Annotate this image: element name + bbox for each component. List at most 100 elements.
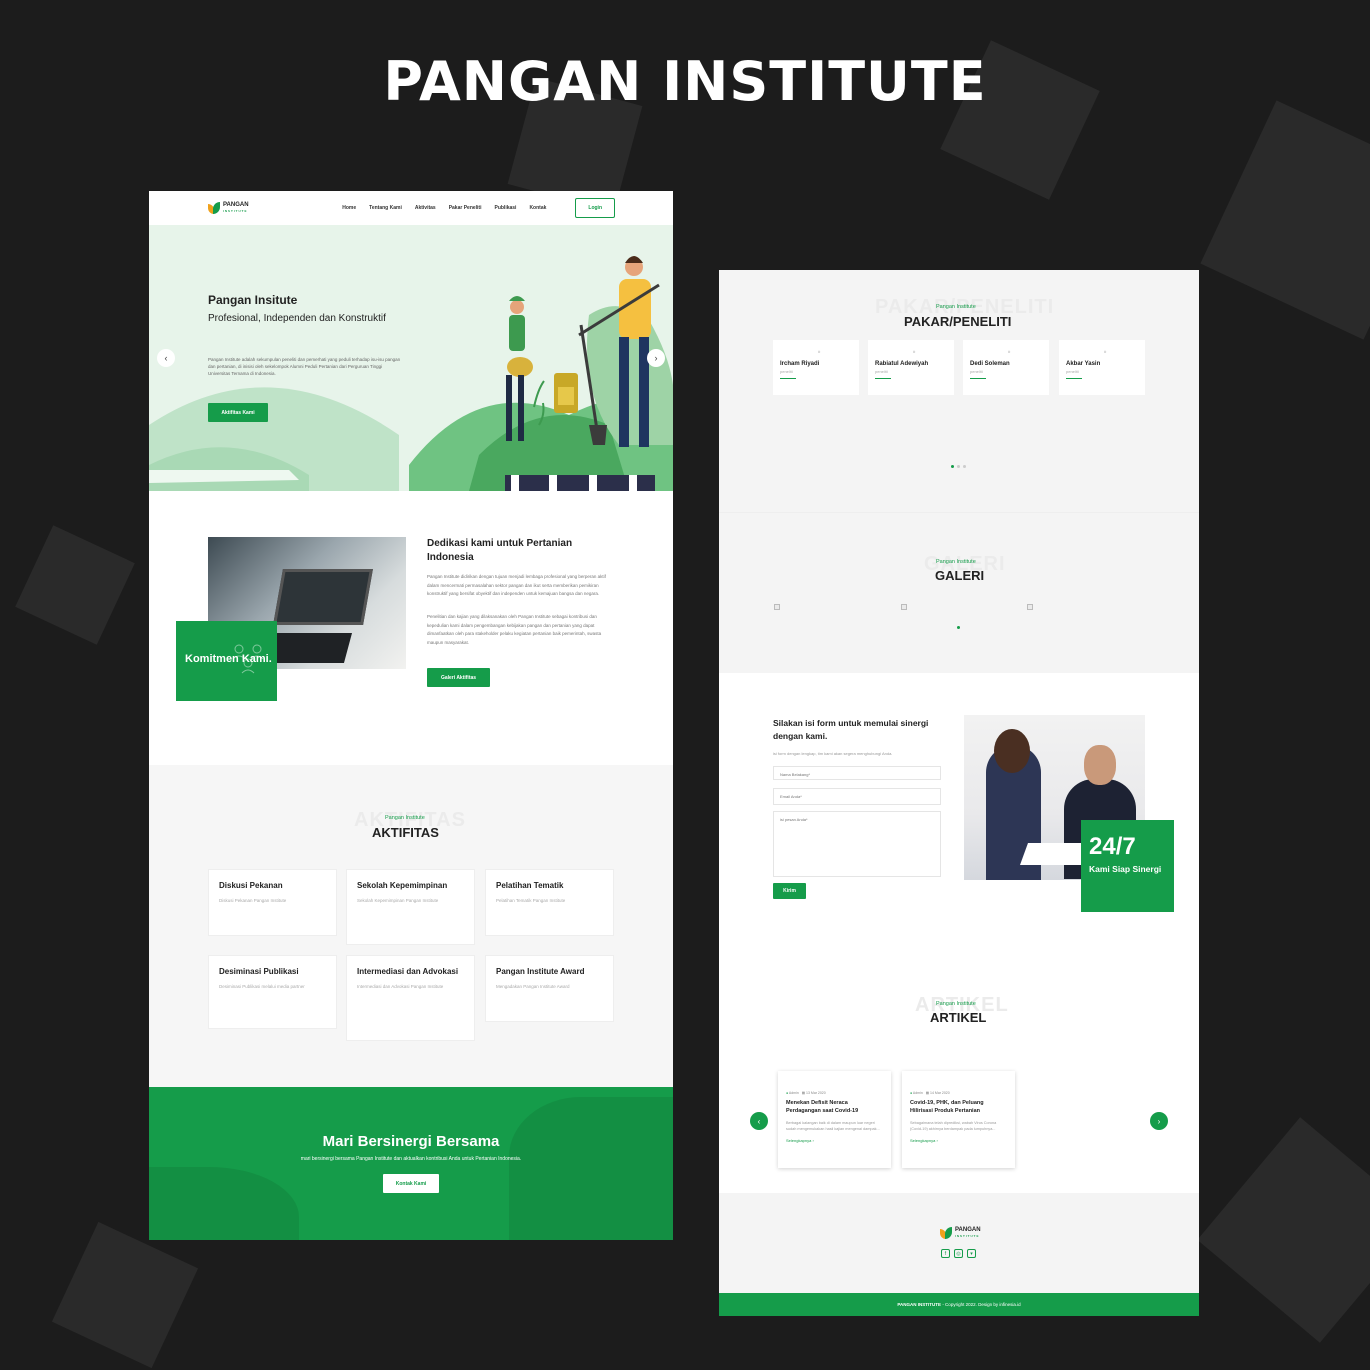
name-field[interactable]: Nama Belakang* xyxy=(773,766,941,780)
hero-prev-button[interactable]: ‹ xyxy=(157,349,175,367)
gallery-title: GALERI xyxy=(935,568,985,583)
read-more-link[interactable]: Selengkapnya › xyxy=(786,1138,883,1143)
expert-name: Rabiatul Adewiyah xyxy=(875,361,929,367)
experts-section: PAKAR/PENELITI Pangan Institute PAKAR/PE… xyxy=(719,270,1199,512)
expert-card[interactable]: # Rabiatul Adewiyah peneliti xyxy=(868,340,954,395)
cta-background-shape xyxy=(149,1167,299,1240)
menu-tentang-kami[interactable]: Tentang Kami xyxy=(369,205,402,211)
expert-underline xyxy=(970,378,986,379)
aktifitas-kami-button[interactable]: Aktifitas Kami xyxy=(208,403,268,422)
copyright-bar: PANGAN INSTITUTE - Copyright 2022. Desig… xyxy=(719,1293,1199,1316)
twitter-icon[interactable]: ▾ xyxy=(967,1249,976,1258)
article-excerpt: Sebagaimana telah diprediksi, wabah Viru… xyxy=(910,1121,997,1131)
read-more-link[interactable]: Selengkapnya › xyxy=(910,1138,1007,1143)
article-card[interactable]: ● Admin ▦ 14 Mar 2020 Covid-19, PHK, dan… xyxy=(902,1071,1015,1168)
carousel-dot[interactable] xyxy=(957,465,960,468)
login-button[interactable]: Login xyxy=(575,198,615,218)
carousel-dot[interactable] xyxy=(963,465,966,468)
about-paragraph-2: Penelitian dan kajian yang dilaksanakan … xyxy=(427,614,602,645)
chevron-right-icon: › xyxy=(1157,1116,1161,1126)
gallery-broken-image-icon[interactable] xyxy=(1027,604,1033,610)
articles-prev-button[interactable]: ‹ xyxy=(750,1112,768,1130)
expert-photo-broken-image-icon: # xyxy=(875,349,947,354)
instagram-icon[interactable]: ◎ xyxy=(954,1249,963,1258)
kontak-kami-button[interactable]: Kontak Kami xyxy=(383,1174,439,1193)
menu-publikasi[interactable]: Publikasi xyxy=(494,205,516,211)
activities-section: AKTIFITAS Pangan Institute AKTIFITAS Dis… xyxy=(149,765,673,1087)
menu-aktivitas[interactable]: Aktivitas xyxy=(415,205,436,211)
activity-card-desc: Sekolah Kepemimpinan Pangan Institute xyxy=(357,898,439,903)
about-title: Dedikasi kami untuk Pertanian Indonesia xyxy=(427,538,573,563)
article-author: Admin xyxy=(788,1091,799,1095)
cta-background-shape xyxy=(509,1097,673,1240)
gallery-section: GALERI Pangan Institute GALERI xyxy=(719,512,1199,673)
facebook-icon[interactable]: f xyxy=(941,1249,950,1258)
menu-pakar-peneliti[interactable]: Pakar Peneliti xyxy=(449,205,482,211)
calendar-icon: ▦ xyxy=(801,1091,806,1095)
articles-title: ARTIKEL xyxy=(930,1010,987,1025)
logo-subtext: INSTITUTE xyxy=(223,209,248,213)
chevron-right-icon: › xyxy=(654,353,658,363)
expert-underline xyxy=(780,378,796,379)
menu-kontak[interactable]: Kontak xyxy=(529,205,546,211)
article-author: Admin xyxy=(912,1091,923,1095)
activity-card-desc: Pelatihan Tematik Pangan Institute xyxy=(496,898,566,903)
article-date: 14 Mar 2020 xyxy=(930,1091,950,1095)
carousel-dot-active[interactable] xyxy=(951,465,954,468)
expert-role: peneliti xyxy=(875,369,888,374)
expert-photo-broken-image-icon: # xyxy=(1066,349,1138,354)
activity-card[interactable]: Pangan Institute Award Mengadakan Pangan … xyxy=(485,955,614,1022)
activity-card-desc: Diskusi Pekanan Pangan Institute xyxy=(219,898,287,903)
galeri-aktifitas-button[interactable]: Galeri Aktifitas xyxy=(427,668,490,687)
bg-square xyxy=(1200,100,1370,340)
activity-card-desc: Intermediasi dan Advokasi Pangan Institu… xyxy=(357,984,444,989)
articles-next-button[interactable]: › xyxy=(1150,1112,1168,1130)
hero-section: Pangan Insitute Profesional, Independen … xyxy=(149,225,673,491)
expert-card[interactable]: # Dedi Soleman peneliti xyxy=(963,340,1049,395)
contact-title: Silakan isi form untuk memulai sinergi d… xyxy=(773,718,929,741)
article-title[interactable]: Covid-19, PHK, dan Peluang Hilirisasi Pr… xyxy=(910,1099,1007,1115)
leaf-logo-icon xyxy=(208,202,220,214)
people-group-icon xyxy=(232,644,264,674)
kirim-button[interactable]: Kirim xyxy=(773,883,806,899)
article-card[interactable]: ● Admin ▦ 13 Mar 2020 Menekan Defisit Ne… xyxy=(778,1071,891,1168)
gallery-broken-image-icon[interactable] xyxy=(901,604,907,610)
article-date: 13 Mar 2020 xyxy=(806,1091,826,1095)
activity-card[interactable]: Desiminasi Publikasi Desiminasi Publikasi… xyxy=(208,955,337,1029)
leaf-logo-icon xyxy=(940,1227,952,1239)
showcase-title: PANGAN INSTITUTE xyxy=(383,50,987,113)
activity-card[interactable]: Diskusi Pekanan Diskusi Pekanan Pangan In… xyxy=(208,869,337,936)
activity-card-title: Pelatihan Tematik xyxy=(496,881,564,890)
message-field[interactable]: isi pesan Anda* xyxy=(773,811,941,877)
contact-subtitle: isi form dengan lengkap, tim kami akan s… xyxy=(773,751,893,756)
logo[interactable]: PANGAN INSTITUTE xyxy=(208,202,249,214)
menu-home[interactable]: Home xyxy=(342,205,356,211)
activity-card-title: Pangan Institute Award xyxy=(496,967,585,976)
expert-photo-placeholder: # xyxy=(913,349,916,354)
cta-body: mari bersinergi bersama Pangan Institute… xyxy=(300,1156,522,1162)
expert-role: peneliti xyxy=(970,369,983,374)
activity-card[interactable]: Pelatihan Tematik Pelatihan Tematik Panga… xyxy=(485,869,614,936)
copyright-brand: PANGAN INSTITUTE xyxy=(897,1302,942,1307)
activity-card[interactable]: Intermediasi dan Advokasi Intermediasi da… xyxy=(346,955,475,1041)
laptop-graphic xyxy=(273,569,373,625)
article-title[interactable]: Menekan Defisit Neraca Perdagangan saat … xyxy=(786,1099,883,1115)
hero-body: Pangan Institute adalah sekumpulan penel… xyxy=(208,357,401,376)
email-field[interactable]: Email Anda* xyxy=(773,788,941,805)
expert-card[interactable]: # Ircham Riyadi peneliti xyxy=(773,340,859,395)
footer-logo[interactable]: PANGAN INSTITUTE xyxy=(940,1227,981,1239)
articles-kicker: Pangan Institute xyxy=(936,1001,976,1007)
expert-name: Dedi Soleman xyxy=(970,361,1010,367)
gallery-broken-image-icon[interactable] xyxy=(774,604,780,610)
keyboard-graphic xyxy=(263,633,353,663)
expert-role: peneliti xyxy=(780,369,793,374)
carousel-dot-active[interactable] xyxy=(957,626,960,629)
expert-card[interactable]: # Akbar Yasin peneliti xyxy=(1059,340,1145,395)
gallery-kicker: Pangan Institute xyxy=(936,559,976,565)
activity-card[interactable]: Sekolah Kepemimpinan Sekolah Kepemimpinan… xyxy=(346,869,475,945)
expert-underline xyxy=(875,378,891,379)
user-icon: ● xyxy=(910,1091,913,1095)
about-section: Komitmen Kami. Dedikasi kami untuk Perta… xyxy=(149,491,673,765)
hero-next-button[interactable]: › xyxy=(647,349,665,367)
activity-card-desc: Desiminasi Publikasi melalui media partn… xyxy=(219,984,305,989)
